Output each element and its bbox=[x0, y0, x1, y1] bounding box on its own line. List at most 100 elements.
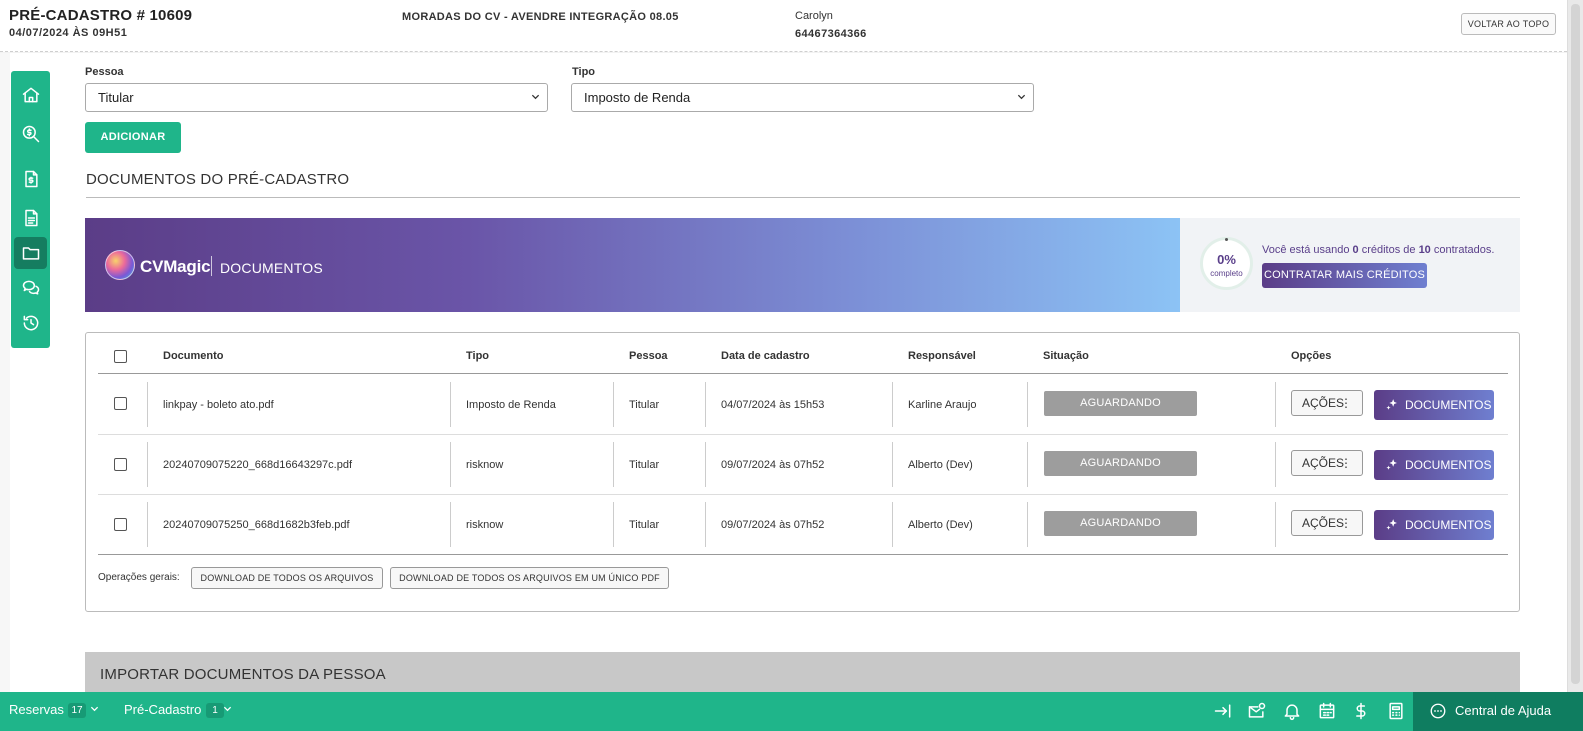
table-footer-rule bbox=[98, 554, 1508, 555]
status-badge: AGUARDANDO APROVAÇÃO bbox=[1044, 391, 1197, 434]
reservas-count-badge: 17 bbox=[68, 703, 86, 718]
usage-middle: créditos de bbox=[1358, 244, 1419, 256]
sidebar-item-documents[interactable] bbox=[14, 202, 47, 234]
sidebar-item-invoice[interactable] bbox=[14, 163, 47, 195]
actions-label: AÇÕES bbox=[1302, 516, 1345, 530]
cell-data: 09/07/2024 às 07h52 bbox=[721, 519, 825, 531]
vertical-scrollbar[interactable] bbox=[1567, 0, 1583, 692]
column-separator bbox=[1027, 442, 1028, 487]
documents-button-label: DOCUMENTOS bbox=[1405, 518, 1492, 532]
pessoa-select-value: Titular bbox=[98, 90, 134, 105]
status-badge: AGUARDANDO APROVAÇÃO bbox=[1044, 511, 1197, 554]
row-checkbox[interactable] bbox=[114, 397, 127, 410]
bottom-bar: Reservas 17 Pré-Cadastro 1 bbox=[0, 692, 1583, 731]
download-single-pdf-button[interactable]: DOWNLOAD DE TODOS OS ARQUIVOS EM UM ÚNIC… bbox=[390, 567, 669, 589]
column-header-tipo: Tipo bbox=[466, 350, 490, 362]
add-document-button[interactable]: ADICIONAR bbox=[85, 122, 181, 153]
column-separator bbox=[705, 442, 706, 487]
usage-suffix: contratados. bbox=[1430, 244, 1495, 256]
column-separator bbox=[147, 502, 148, 547]
scrollbar-thumb[interactable] bbox=[1571, 4, 1580, 684]
left-gutter bbox=[0, 53, 10, 692]
sidebar-item-history[interactable] bbox=[14, 307, 47, 339]
column-separator bbox=[1275, 442, 1276, 487]
cell-pessoa: Titular bbox=[629, 519, 660, 531]
calendar-icon[interactable] bbox=[1317, 701, 1337, 721]
column-header-documento: Documento bbox=[163, 350, 224, 362]
column-separator bbox=[1275, 382, 1276, 427]
section-title-documents: DOCUMENTOS DO PRÉ-CADASTRO bbox=[86, 171, 350, 188]
cvmagic-documents-button[interactable]: DOCUMENTOS bbox=[1374, 450, 1494, 480]
status-badge: AGUARDANDO APROVAÇÃO bbox=[1044, 451, 1197, 494]
section-divider bbox=[86, 197, 1520, 198]
actions-button[interactable]: AÇÕES ⋮ bbox=[1291, 450, 1363, 476]
column-separator bbox=[450, 502, 451, 547]
cvmagic-documents-button[interactable]: DOCUMENTOS bbox=[1374, 510, 1494, 540]
cell-tipo: Imposto de Renda bbox=[466, 399, 556, 411]
sidebar-item-folder[interactable] bbox=[14, 237, 47, 269]
calculator-icon[interactable] bbox=[1386, 701, 1406, 721]
sidebar-item-financial-search[interactable] bbox=[14, 118, 47, 150]
reservas-tab-label[interactable]: Reservas bbox=[9, 702, 64, 717]
sidebar-item-chat[interactable] bbox=[14, 272, 47, 304]
pessoa-select[interactable]: Titular bbox=[85, 83, 548, 112]
column-header-responsavel: Responsável bbox=[908, 350, 976, 362]
cell-documento: 20240709075250_668d1682b3feb.pdf bbox=[163, 519, 350, 531]
home-icon bbox=[22, 87, 39, 103]
buy-credits-button[interactable]: CONTRATAR MAIS CRÉDITOS bbox=[1262, 263, 1427, 288]
column-header-pessoa: Pessoa bbox=[629, 350, 668, 362]
dollar-icon[interactable] bbox=[1351, 701, 1371, 721]
cell-data: 04/07/2024 às 15h53 bbox=[721, 399, 825, 411]
import-documents-section[interactable]: IMPORTAR DOCUMENTOS DA PESSOA bbox=[85, 652, 1520, 692]
column-header-situacao: Situação bbox=[1043, 350, 1089, 362]
page-header: PRÉ-CADASTRO # 10609 04/07/2024 ÀS 09H51… bbox=[0, 0, 1567, 52]
bell-icon[interactable] bbox=[1282, 701, 1302, 721]
mail-badge-icon[interactable] bbox=[1247, 701, 1267, 721]
precadastro-tab-label[interactable]: Pré-Cadastro bbox=[124, 702, 201, 717]
cell-responsavel: Karline Araujo bbox=[908, 399, 977, 411]
money-search-icon bbox=[22, 125, 39, 143]
progress-caption: completo bbox=[1210, 269, 1243, 278]
sparkle-icon bbox=[1386, 519, 1397, 530]
sidebar-item-home[interactable] bbox=[14, 79, 47, 111]
actions-label: AÇÕES bbox=[1302, 456, 1345, 470]
banner-separator bbox=[211, 256, 212, 276]
table-row: linkpay - boleto ato.pdf Imposto de Rend… bbox=[86, 374, 1521, 434]
chevron-down-icon[interactable] bbox=[90, 704, 99, 713]
invoice-icon bbox=[24, 170, 38, 188]
cvmagic-brand: CVMagic bbox=[140, 257, 211, 276]
cvmagic-documents-button[interactable]: DOCUMENTOS bbox=[1374, 390, 1494, 420]
cell-responsavel: Alberto (Dev) bbox=[908, 519, 973, 531]
document-icon bbox=[24, 209, 38, 227]
cell-documento: linkpay - boleto ato.pdf bbox=[163, 399, 274, 411]
row-checkbox[interactable] bbox=[114, 518, 127, 531]
tipo-label: Tipo bbox=[572, 66, 596, 78]
sidebar bbox=[11, 71, 50, 348]
actions-button[interactable]: AÇÕES ⋮ bbox=[1291, 390, 1363, 416]
row-checkbox[interactable] bbox=[114, 458, 127, 471]
column-separator bbox=[613, 442, 614, 487]
collapse-right-icon[interactable] bbox=[1213, 701, 1233, 721]
cvmagic-logo-icon bbox=[105, 250, 135, 280]
usage-prefix: Você está usando bbox=[1262, 244, 1353, 256]
select-all-checkbox[interactable] bbox=[114, 350, 127, 363]
tipo-select-value: Imposto de Renda bbox=[584, 90, 691, 105]
column-separator bbox=[1027, 502, 1028, 547]
total-credits: 10 bbox=[1418, 244, 1431, 256]
back-to-top-button[interactable]: VOLTAR AO TOPO bbox=[1461, 13, 1556, 35]
tipo-select[interactable]: Imposto de Renda bbox=[571, 83, 1034, 112]
actions-label: AÇÕES bbox=[1302, 396, 1345, 410]
help-center-button[interactable]: Central de Ajuda bbox=[1413, 692, 1583, 731]
column-separator bbox=[1027, 382, 1028, 427]
actions-button[interactable]: AÇÕES ⋮ bbox=[1291, 510, 1363, 536]
page-subtitle-date: 04/07/2024 ÀS 09H51 bbox=[9, 27, 128, 39]
page-title: PRÉ-CADASTRO # 10609 bbox=[9, 7, 193, 24]
client-phone: 64467364366 bbox=[795, 28, 867, 40]
sparkle-icon bbox=[1386, 459, 1397, 470]
chat-icon bbox=[22, 280, 39, 295]
progress-ring-marker bbox=[1225, 238, 1228, 241]
table-row: 20240709075250_668d1682b3feb.pdf risknow… bbox=[86, 494, 1521, 554]
column-separator bbox=[892, 502, 893, 547]
chevron-down-icon[interactable] bbox=[223, 704, 232, 713]
download-all-button[interactable]: DOWNLOAD DE TODOS OS ARQUIVOS bbox=[191, 567, 383, 589]
